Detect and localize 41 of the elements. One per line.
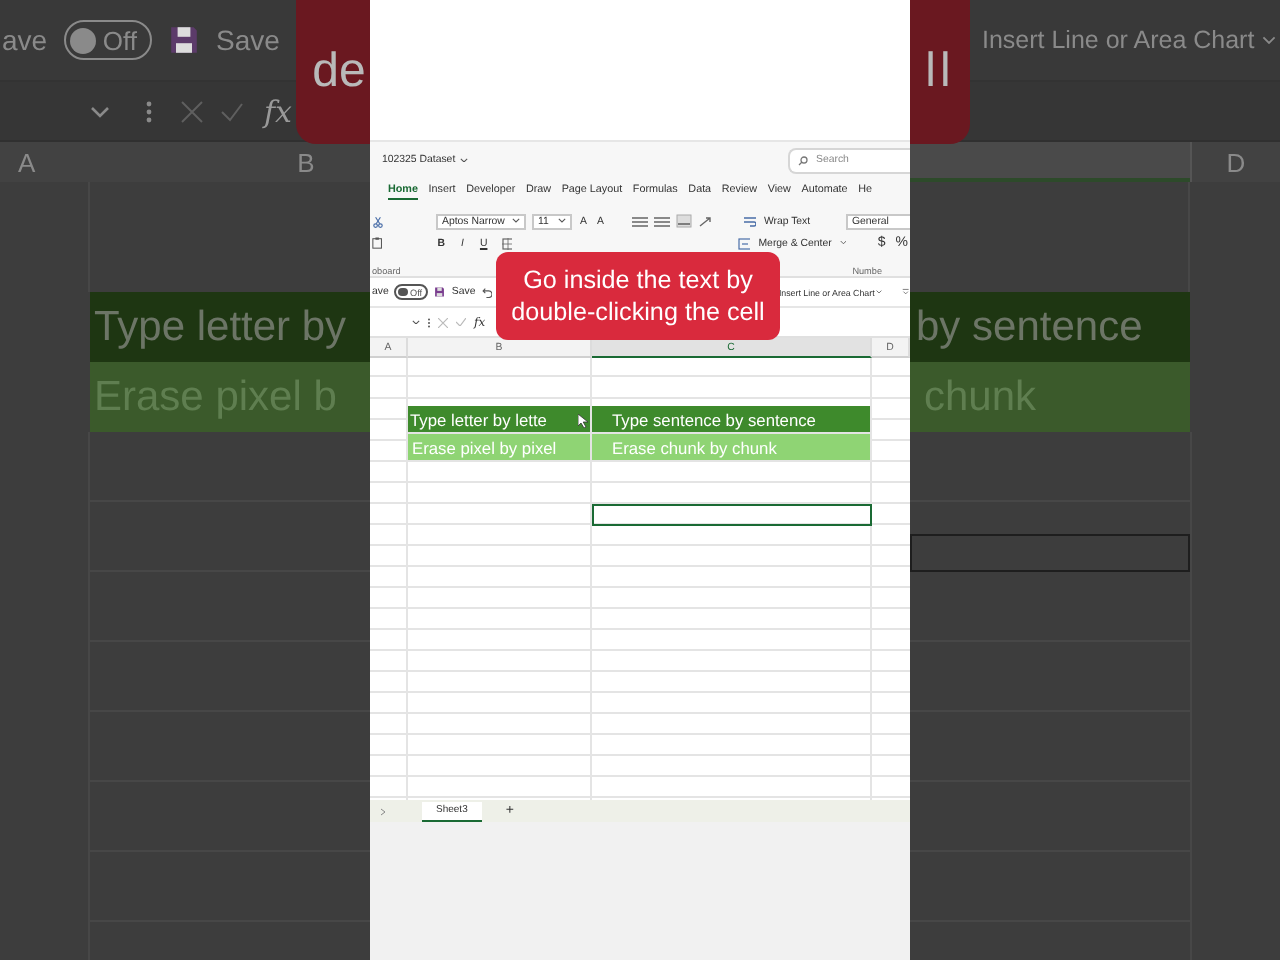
column-header: D (1226, 147, 1246, 177)
caption-banner: de (296, 0, 370, 144)
paste-icon (372, 236, 383, 250)
caret-icon (512, 218, 520, 224)
undo-icon (481, 286, 493, 298)
save-icon (168, 24, 201, 56)
caption-banner: ll (910, 0, 970, 144)
caret-icon (90, 105, 110, 117)
cursor-icon (578, 414, 588, 428)
align-middle-icon (653, 215, 670, 227)
scissors-icon (372, 215, 384, 227)
orientation-icon (697, 215, 714, 227)
column-header: A (18, 147, 36, 177)
function-label[interactable]: fx (264, 93, 293, 129)
cancel-icon (438, 317, 448, 327)
merge-cells-icon (738, 237, 751, 249)
align-bottom-icon (675, 214, 692, 228)
wrap-text-icon (743, 215, 756, 227)
table-cell: by sentence (910, 292, 1190, 362)
search-icon (798, 155, 808, 165)
caret-icon (459, 157, 468, 163)
selected-cell[interactable] (592, 504, 872, 525)
chevron-icon (380, 807, 386, 815)
more-icon (146, 99, 152, 123)
caret-icon (839, 240, 847, 246)
check-icon (456, 318, 466, 326)
table-cell: Type letter by (90, 292, 370, 362)
caret-icon (1262, 35, 1277, 45)
table-cell[interactable]: Type letter by lette (408, 406, 592, 434)
borders-icon (501, 237, 512, 249)
autosave-label: ave (2, 24, 48, 56)
check-icon (220, 101, 244, 121)
align-top-icon (631, 215, 648, 227)
cancel-icon (180, 99, 204, 123)
column-header: B (297, 147, 315, 177)
save-icon (434, 286, 446, 298)
caret-icon (412, 319, 420, 325)
collapse-icon (902, 288, 910, 296)
caption-banner: Go inside the text by double-clicking the cell (496, 252, 780, 340)
table-cell[interactable]: Type sentence by sentence (592, 406, 872, 434)
caret-icon (558, 218, 566, 224)
